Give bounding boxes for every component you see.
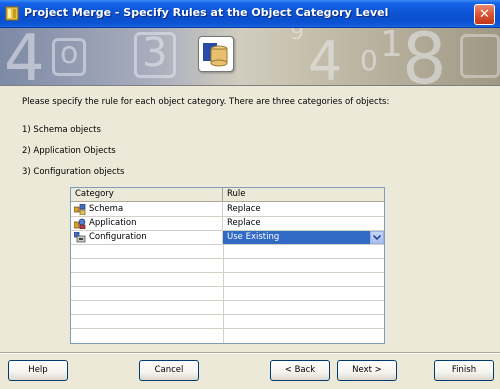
grid-row-empty [71, 315, 384, 329]
category-cell[interactable]: Application [71, 217, 223, 230]
window-title: Project Merge - Specify Rules at the Obj… [24, 6, 389, 19]
grid-row-empty [71, 273, 384, 287]
column-header-category[interactable]: Category [71, 188, 223, 202]
grid-row-empty [71, 259, 384, 273]
rule-cell[interactable]: Replace [223, 203, 384, 216]
application-icon [74, 218, 86, 229]
wizard-banner: 4 o 3 9 4 0 1 8 [0, 28, 500, 86]
title-bar[interactable]: Project Merge - Specify Rules at the Obj… [0, 0, 500, 28]
grid-row-empty [71, 329, 384, 343]
app-icon [5, 6, 19, 21]
banner-digit: o [60, 36, 79, 71]
rule-cell[interactable]: Replace [223, 217, 384, 230]
help-button[interactable]: Help [8, 360, 68, 381]
category-cell[interactable]: Schema [71, 203, 223, 216]
intro-text: Please specify the rule for each object … [22, 97, 390, 107]
close-button[interactable]: ✕ [474, 4, 495, 25]
category-line-application: 2) Application Objects [22, 146, 116, 156]
banner-digit: 8 [402, 28, 447, 86]
schema-icon [74, 204, 86, 215]
grid-row-application[interactable]: Application Replace [71, 217, 384, 231]
banner-digit: 1 [380, 28, 403, 65]
grid-row-empty [71, 245, 384, 259]
column-divider [223, 245, 224, 343]
category-label: Schema [89, 204, 124, 214]
grid-row-configuration[interactable]: Configuration Use Existing [71, 231, 384, 245]
column-header-rule[interactable]: Rule [223, 188, 384, 202]
banner-digit: 4 [4, 28, 45, 86]
category-line-configuration: 3) Configuration objects [22, 167, 125, 177]
rules-grid[interactable]: Category Rule Schema Replace Application… [70, 187, 385, 344]
back-button[interactable]: < Back [270, 360, 330, 381]
grid-row-schema[interactable]: Schema Replace [71, 203, 384, 217]
next-button[interactable]: Next > [337, 360, 397, 381]
banner-digit: 3 [142, 30, 168, 76]
finish-button[interactable]: Finish [434, 360, 494, 381]
banner-digit: 9 [290, 28, 304, 45]
wizard-content: Please specify the rule for each object … [0, 87, 500, 352]
category-line-schema: 1) Schema objects [22, 125, 101, 135]
banner-digit: 4 [308, 30, 343, 86]
rule-select-value: Use Existing [227, 232, 280, 242]
grid-row-empty [71, 301, 384, 315]
configuration-icon [74, 232, 86, 243]
grid-row-empty [71, 287, 384, 301]
banner-box [460, 34, 500, 78]
banner-digit: 0 [360, 44, 378, 77]
category-label: Configuration [89, 232, 147, 242]
cancel-button[interactable]: Cancel [139, 360, 199, 381]
category-cell[interactable]: Configuration [71, 231, 223, 244]
grid-header: Category Rule [71, 188, 384, 202]
database-icon [198, 36, 234, 72]
separator [0, 352, 500, 354]
chevron-down-icon[interactable] [370, 231, 384, 244]
category-label: Application [89, 218, 137, 228]
rule-select[interactable]: Use Existing [223, 231, 384, 244]
